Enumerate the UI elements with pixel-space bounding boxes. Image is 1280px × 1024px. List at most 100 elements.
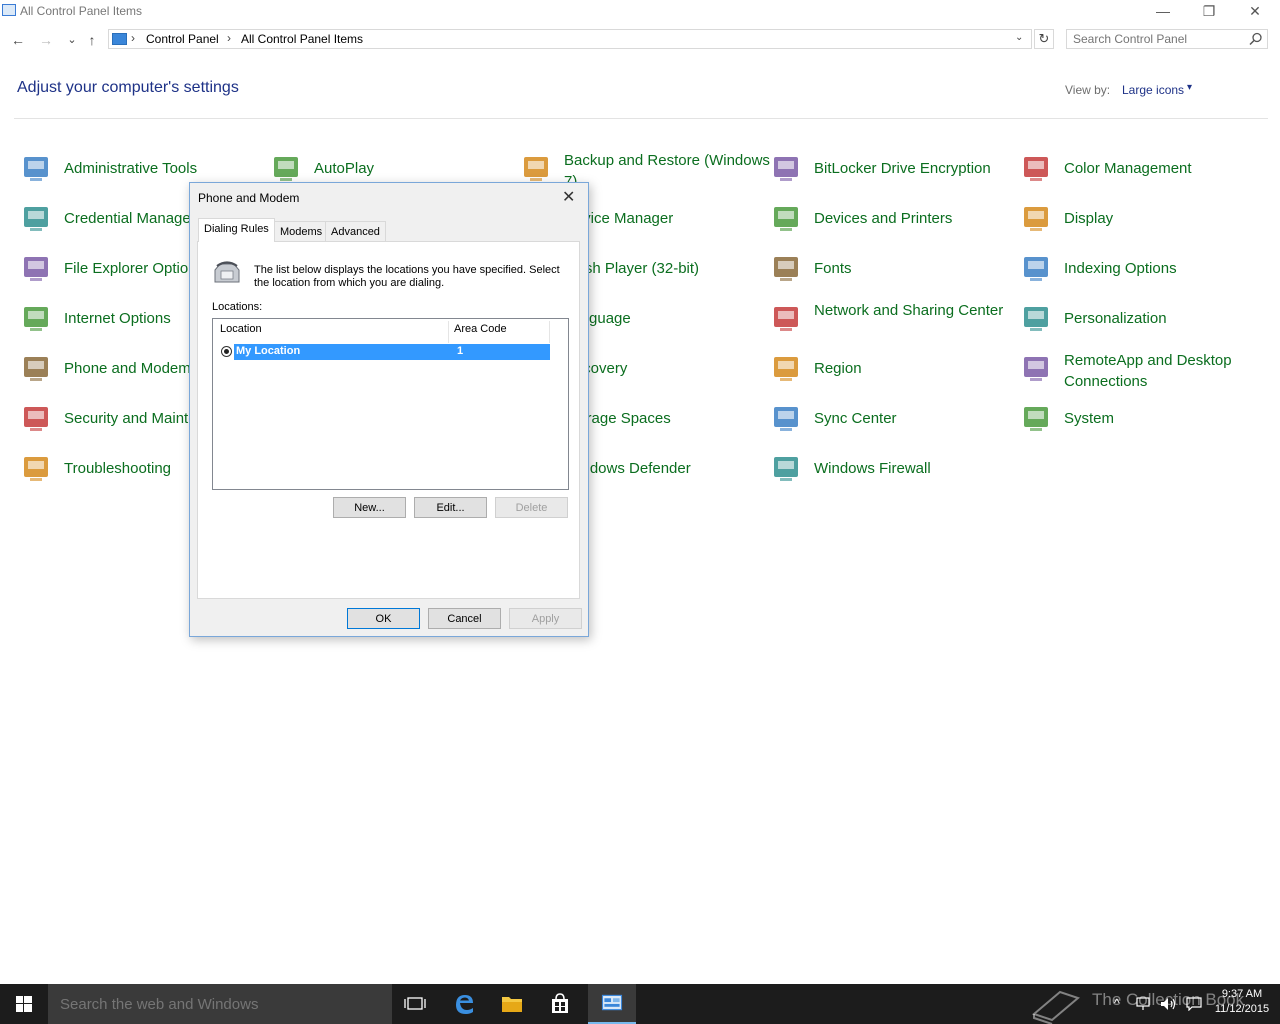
control-panel-item-label[interactable]: Credential Manager bbox=[64, 210, 196, 227]
control-panel-item[interactable]: Fonts bbox=[770, 252, 1010, 294]
control-panel-item[interactable]: Color Management bbox=[1020, 152, 1260, 194]
credential-icon[interactable] bbox=[20, 202, 52, 234]
search-box[interactable] bbox=[1066, 29, 1268, 49]
troubleshoot-icon[interactable] bbox=[20, 452, 52, 484]
taskbar-clock[interactable]: 9:37 AM 11/12/2015 bbox=[1212, 987, 1272, 1017]
view-by-caret-icon[interactable]: ▾ bbox=[1187, 82, 1192, 93]
phone-icon[interactable] bbox=[20, 352, 52, 384]
color-management-icon[interactable] bbox=[1020, 152, 1052, 184]
minimize-button[interactable]: — bbox=[1140, 0, 1186, 24]
control-panel-item[interactable]: Indexing Options bbox=[1020, 252, 1260, 294]
admin-tools-icon[interactable] bbox=[20, 152, 52, 184]
control-panel-item-label[interactable]: Phone and Modem bbox=[64, 360, 191, 377]
store-icon[interactable] bbox=[536, 984, 584, 1024]
edit-location-button[interactable]: Edit... bbox=[414, 497, 487, 518]
control-panel-item-label[interactable]: Troubleshooting bbox=[64, 460, 171, 477]
control-panel-item-label[interactable]: System bbox=[1064, 410, 1114, 427]
recent-locations-button[interactable]: ⌄ bbox=[62, 30, 82, 50]
forward-button[interactable]: → bbox=[36, 30, 56, 50]
edge-browser-icon[interactable] bbox=[440, 984, 488, 1024]
security-flag-icon[interactable] bbox=[20, 402, 52, 434]
back-button[interactable]: ← bbox=[8, 30, 28, 50]
control-panel-item-label[interactable]: RemoteApp and Desktop Connections bbox=[1064, 350, 1280, 392]
system-icon[interactable] bbox=[1020, 402, 1052, 434]
clock-time[interactable]: 9:37 AM bbox=[1212, 987, 1272, 1002]
control-panel-item-label[interactable]: Fonts bbox=[814, 260, 852, 277]
folder-options-icon[interactable] bbox=[20, 252, 52, 284]
clock-date[interactable]: 11/12/2015 bbox=[1212, 1002, 1272, 1017]
fonts-icon[interactable] bbox=[770, 252, 802, 284]
refresh-button[interactable]: ↻ bbox=[1034, 29, 1054, 49]
restore-button[interactable]: ❐ bbox=[1186, 0, 1232, 24]
control-panel-item-label[interactable]: Backup and Restore (Windows 7) bbox=[564, 150, 784, 192]
control-panel-item[interactable]: Personalization bbox=[1020, 302, 1260, 344]
sync-icon[interactable] bbox=[770, 402, 802, 434]
control-panel-item-label[interactable]: Indexing Options bbox=[1064, 260, 1177, 277]
tab-dialing-rules[interactable]: Dialing Rules bbox=[198, 218, 275, 242]
breadcrumb-all-items[interactable]: All Control Panel Items bbox=[241, 32, 363, 46]
indexing-icon[interactable] bbox=[1020, 252, 1052, 284]
location-name[interactable]: My Location bbox=[236, 345, 300, 357]
control-panel-item[interactable]: Devices and Printers bbox=[770, 202, 1010, 244]
column-header-area-code[interactable]: Area Code bbox=[454, 323, 507, 335]
control-panel-item-label[interactable]: Internet Options bbox=[64, 310, 171, 327]
locations-list[interactable]: Location Area Code My Location 1 bbox=[212, 318, 569, 490]
up-button[interactable]: ↑ bbox=[82, 30, 102, 50]
network-icon[interactable] bbox=[770, 302, 802, 334]
control-panel-item-label[interactable]: BitLocker Drive Encryption bbox=[814, 160, 991, 177]
start-button-windows-icon[interactable] bbox=[0, 984, 48, 1024]
cancel-button[interactable]: Cancel bbox=[428, 608, 501, 629]
control-panel-item-label[interactable]: Administrative Tools bbox=[64, 160, 197, 177]
new-location-button[interactable]: New... bbox=[333, 497, 406, 518]
column-header-location[interactable]: Location bbox=[220, 323, 262, 335]
region-icon[interactable] bbox=[770, 352, 802, 384]
control-panel-item[interactable]: Windows Firewall bbox=[770, 452, 1010, 494]
control-panel-item[interactable]: RemoteApp and Desktop Connections bbox=[1020, 352, 1260, 394]
autoplay-icon[interactable] bbox=[270, 152, 302, 184]
location-area-code[interactable]: 1 bbox=[457, 345, 463, 357]
dialog-close-button[interactable]: ✕ bbox=[562, 187, 575, 207]
control-panel-item-label[interactable]: Region bbox=[814, 360, 862, 377]
taskbar-search-input[interactable] bbox=[60, 995, 380, 1013]
printer-icon[interactable] bbox=[770, 202, 802, 234]
show-hidden-icons[interactable]: ^ bbox=[1114, 996, 1120, 1010]
taskbar-search[interactable] bbox=[48, 984, 392, 1024]
view-by-dropdown[interactable]: Large icons bbox=[1122, 83, 1184, 97]
search-icon[interactable] bbox=[1249, 32, 1263, 46]
tab-advanced[interactable]: Advanced bbox=[325, 221, 386, 241]
control-panel-item-label[interactable]: Network and Sharing Center bbox=[814, 300, 1034, 321]
search-input[interactable] bbox=[1073, 31, 1243, 47]
address-dropdown-icon[interactable]: ⌄ bbox=[1015, 32, 1023, 43]
task-view-icon[interactable] bbox=[392, 984, 440, 1024]
backup-icon[interactable] bbox=[520, 152, 552, 184]
file-explorer-icon[interactable] bbox=[488, 984, 536, 1024]
control-panel-item-label[interactable]: Color Management bbox=[1064, 160, 1192, 177]
apply-button[interactable]: Apply bbox=[509, 608, 582, 629]
control-panel-item-label[interactable]: Sync Center bbox=[814, 410, 897, 427]
firewall-icon[interactable] bbox=[770, 452, 802, 484]
remoteapp-icon[interactable] bbox=[1020, 352, 1052, 384]
control-panel-item-label[interactable]: Windows Firewall bbox=[814, 460, 931, 477]
table-row[interactable]: My Location 1 bbox=[234, 344, 550, 360]
control-panel-item-label[interactable]: Display bbox=[1064, 210, 1113, 227]
control-panel-item-label[interactable]: File Explorer Options bbox=[64, 260, 204, 277]
close-button[interactable]: ✕ bbox=[1232, 0, 1278, 24]
breadcrumb-control-panel[interactable]: Control Panel bbox=[146, 32, 219, 46]
control-panel-item-label[interactable]: Devices and Printers bbox=[814, 210, 952, 227]
column-separator[interactable] bbox=[549, 321, 550, 343]
volume-icon[interactable] bbox=[1160, 997, 1178, 1011]
breadcrumb-separator[interactable]: › bbox=[131, 31, 135, 45]
network-icon[interactable] bbox=[1136, 997, 1152, 1011]
address-bar[interactable]: › Control Panel › All Control Panel Item… bbox=[108, 29, 1032, 49]
internet-options-icon[interactable] bbox=[20, 302, 52, 334]
control-panel-taskbar-icon[interactable] bbox=[588, 984, 636, 1024]
control-panel-item[interactable]: BitLocker Drive Encryption bbox=[770, 152, 1010, 194]
control-panel-item[interactable]: Region bbox=[770, 352, 1010, 394]
control-panel-item[interactable]: Display bbox=[1020, 202, 1260, 244]
display-icon[interactable] bbox=[1020, 202, 1052, 234]
control-panel-item[interactable]: Network and Sharing Center bbox=[770, 302, 1010, 344]
delete-location-button[interactable]: Delete bbox=[495, 497, 568, 518]
breadcrumb-separator[interactable]: › bbox=[227, 31, 231, 45]
control-panel-item[interactable]: Sync Center bbox=[770, 402, 1010, 444]
control-panel-item[interactable]: System bbox=[1020, 402, 1260, 444]
